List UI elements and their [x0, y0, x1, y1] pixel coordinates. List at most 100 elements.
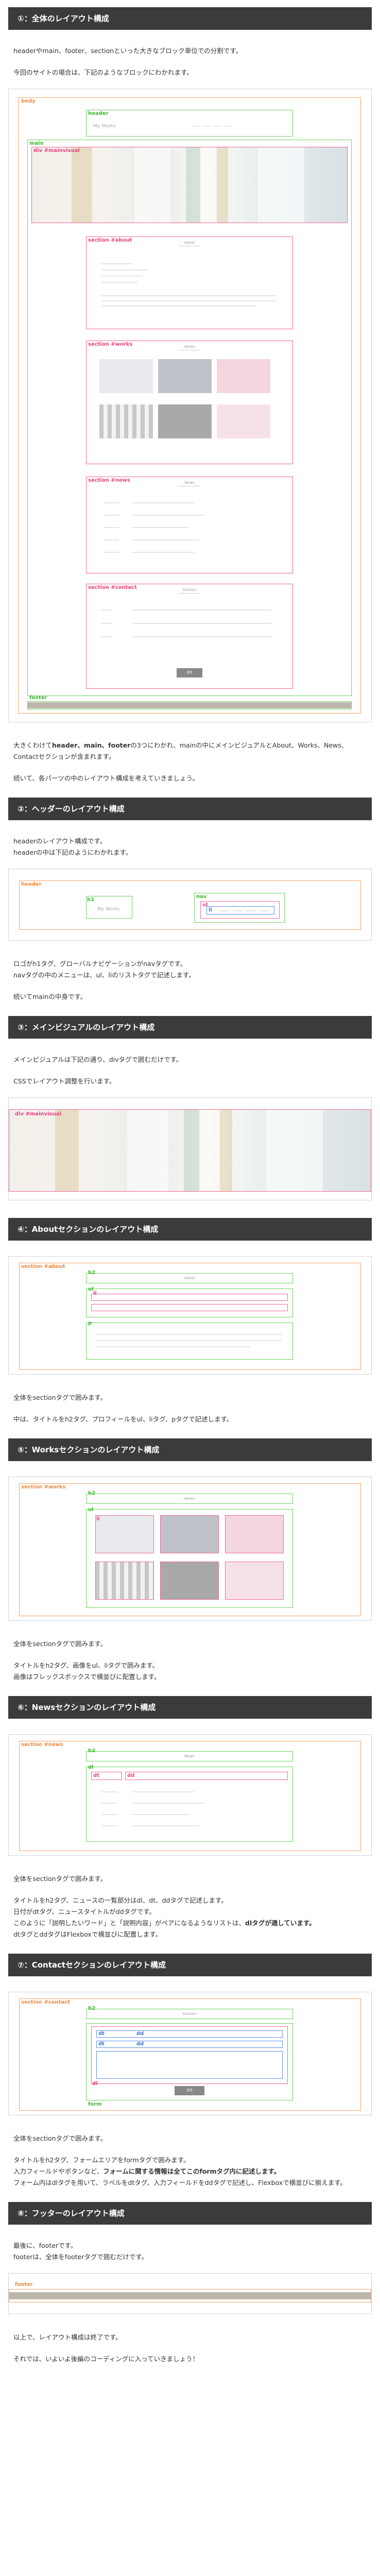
header-box	[19, 880, 361, 930]
mainvisual-box	[9, 1109, 371, 1192]
ul-label: ul	[88, 1286, 94, 1292]
section-heading-header: ②：ヘッダーのレイアウト構成	[8, 798, 372, 820]
paragraph: CSSでレイアウト調整を行います。	[13, 1077, 116, 1085]
ul-box	[86, 1289, 293, 1317]
paragraph: dtタグとddタグはFlexboxで横並びに配置します。	[13, 1930, 162, 1938]
li-label: li	[209, 907, 212, 913]
footer-label: footer	[15, 2282, 33, 2287]
dt-label: dt	[98, 2041, 105, 2047]
footer-label: footer	[29, 695, 47, 701]
section-heading-contact: ⑦：Contactセクションのレイアウト構成	[8, 1954, 372, 1976]
paragraph: フォーム内はdlタグを用いて、ラベルをdtタグ、入力フィールドをddタグで記述し…	[13, 2179, 347, 2187]
li-box	[91, 1294, 288, 1301]
paragraph: タイトルをh2タグ、フォームエリアをformタグで囲みます。	[13, 2156, 190, 2164]
paragraph: タイトルをh2タグ、ニュースの一覧部分はdl、dt、ddタグで記述します。	[13, 1896, 228, 1904]
main-label: main	[29, 141, 44, 146]
row-box	[96, 2041, 283, 2048]
send-button: 送信	[175, 2086, 204, 2095]
p-label: p	[88, 1320, 92, 1326]
footer-box	[27, 701, 352, 709]
section-heading-mainvisual: ③：メインビジュアルのレイアウト構成	[8, 1016, 372, 1039]
paragraph: 全体をsectionタグで囲みます。	[13, 1875, 107, 1883]
header-label: header	[88, 111, 109, 116]
nav-label: nav	[196, 894, 207, 900]
paragraph: headerのレイアウト構成です。	[13, 837, 107, 845]
section-label: section #works	[21, 1484, 66, 1490]
footer-layout-diagram: footer	[8, 2273, 372, 2314]
work-thumb	[217, 359, 270, 393]
section-label: section #contact	[21, 1999, 70, 2005]
dt-label: dt	[93, 1773, 99, 1778]
news-layout-diagram: section #news h2 News dl dt dd	[8, 1734, 372, 1856]
h1-label: h1	[87, 897, 95, 903]
ul-label: ul	[88, 1507, 94, 1513]
paragraph: 全体をsectionタグで囲みます。	[13, 1640, 107, 1648]
paragraph: ロゴがh1タグ、グローバルナビゲーションがnavタグです。	[13, 960, 187, 968]
send-button: 送信	[177, 668, 202, 677]
section-heading-overall: ①：全体のレイアウト構成	[8, 7, 372, 30]
works-layout-diagram: section #works h2 Works ul li	[8, 1477, 372, 1621]
form-label: form	[88, 2102, 102, 2107]
contact-layout-diagram: section #contact h2 Contact dt dd dt dd …	[8, 1992, 372, 2115]
work-thumb	[158, 404, 212, 438]
overall-layout-diagram: body header My Works main div #mainvisua…	[8, 89, 372, 722]
section-heading-about: ④：Aboutセクションのレイアウト構成	[8, 1218, 372, 1241]
about-layout-diagram: section #about h2 About ul li p	[8, 1256, 372, 1375]
p-box	[86, 1323, 293, 1360]
paragraph: 続いて、各パーツの中のレイアウト構成を考えていきましょう。	[13, 774, 199, 782]
work-thumb	[158, 359, 212, 393]
dd-label: dd	[136, 2031, 144, 2037]
paragraph: 日付がdtタグ、ニュースタイトルがddタグです。	[13, 1908, 156, 1916]
paragraph: 画像はフレックスボックスで横並びに配置します。	[13, 1673, 161, 1681]
news-section-box	[86, 477, 293, 573]
paragraph: 以上で、レイアウト構成は終了です。	[13, 2333, 122, 2341]
mainvisual-label: div #mainvisual	[33, 148, 80, 154]
paragraph: headerやmain、footer、sectionといった大きなブロック単位で…	[13, 47, 242, 55]
paragraph: headerの中は下記のようにわかれます。	[13, 849, 132, 856]
section-heading-news: ⑥：Newsセクションのレイアウト構成	[8, 1696, 372, 1719]
header-box	[86, 110, 293, 137]
paragraph: 今回のサイトの場合は、下記のようなブロックにわかれます。	[13, 69, 193, 76]
section-label: section #about	[21, 1264, 65, 1269]
paragraph: タイトルをh2タグ、画像をul、liタグで囲みます。	[13, 1662, 159, 1669]
paragraph: それでは、いよいよ後編のコーディングに入っていきましょう！	[13, 2355, 199, 2363]
work-thumb	[217, 404, 270, 438]
section-heading-footer: ⑧：フッターのレイアウト構成	[8, 2202, 372, 2225]
work-thumb	[99, 404, 153, 438]
mainvisual-label: div #mainvisual	[15, 1111, 61, 1117]
mainvisual-box	[31, 147, 348, 223]
header-layout-diagram: header h1 My Works nav ul li	[8, 869, 372, 941]
header-label: header	[21, 882, 42, 887]
paragraph: 続いてmainの中身です。	[13, 993, 87, 1001]
about-section-box	[86, 236, 293, 329]
paragraph: 全体をsectionタグで囲みます。	[13, 1394, 107, 1401]
li-label: li	[93, 1291, 97, 1296]
dl-label: dl	[88, 1765, 94, 1770]
paragraph: 最後に、footerです。	[13, 2242, 77, 2249]
row-box	[96, 2051, 283, 2079]
paragraph: メインビジュアルは下記の通り、divタグで囲むだけです。	[13, 1056, 183, 1063]
dl-label: dl	[92, 2081, 98, 2087]
paragraph: navタグの中のメニューは、ul、liのリストタグで記述します。	[13, 971, 195, 979]
footer-box	[9, 2289, 371, 2302]
paragraph: 入力フィールドやボタンなど、フォームに関する情報は全てこのformタグ内に記述し…	[13, 2167, 281, 2175]
h2-label: h2	[88, 1490, 96, 1496]
row-box	[96, 2030, 283, 2038]
paragraph: 大きくわけてheader、main、footerの3つにわかれ、mainの中にメ…	[13, 741, 348, 760]
dd-label: dd	[136, 2041, 144, 2047]
paragraph: 全体をsectionタグで囲みます。	[13, 2134, 107, 2142]
dd-label: dd	[127, 1773, 135, 1778]
dd-box	[125, 1772, 288, 1780]
body-label: body	[21, 98, 36, 104]
dt-label: dt	[98, 2031, 105, 2037]
paragraph: footerは、全体をfooterタグで囲むだけです。	[13, 2253, 148, 2261]
work-thumb	[99, 359, 153, 393]
li-box	[91, 1304, 288, 1311]
h2-label: h2	[88, 1748, 96, 1754]
li-box	[95, 1515, 154, 1553]
h2-label: h2	[88, 2006, 96, 2011]
h2-label: h2	[88, 1270, 96, 1276]
paragraph: 中は、タイトルをh2タグ、プロフィールをul、liタグ、pタグで記述します。	[13, 1415, 233, 1423]
li-label: li	[96, 1516, 100, 1522]
mainvisual-layout-diagram: div #mainvisual	[8, 1097, 372, 1200]
